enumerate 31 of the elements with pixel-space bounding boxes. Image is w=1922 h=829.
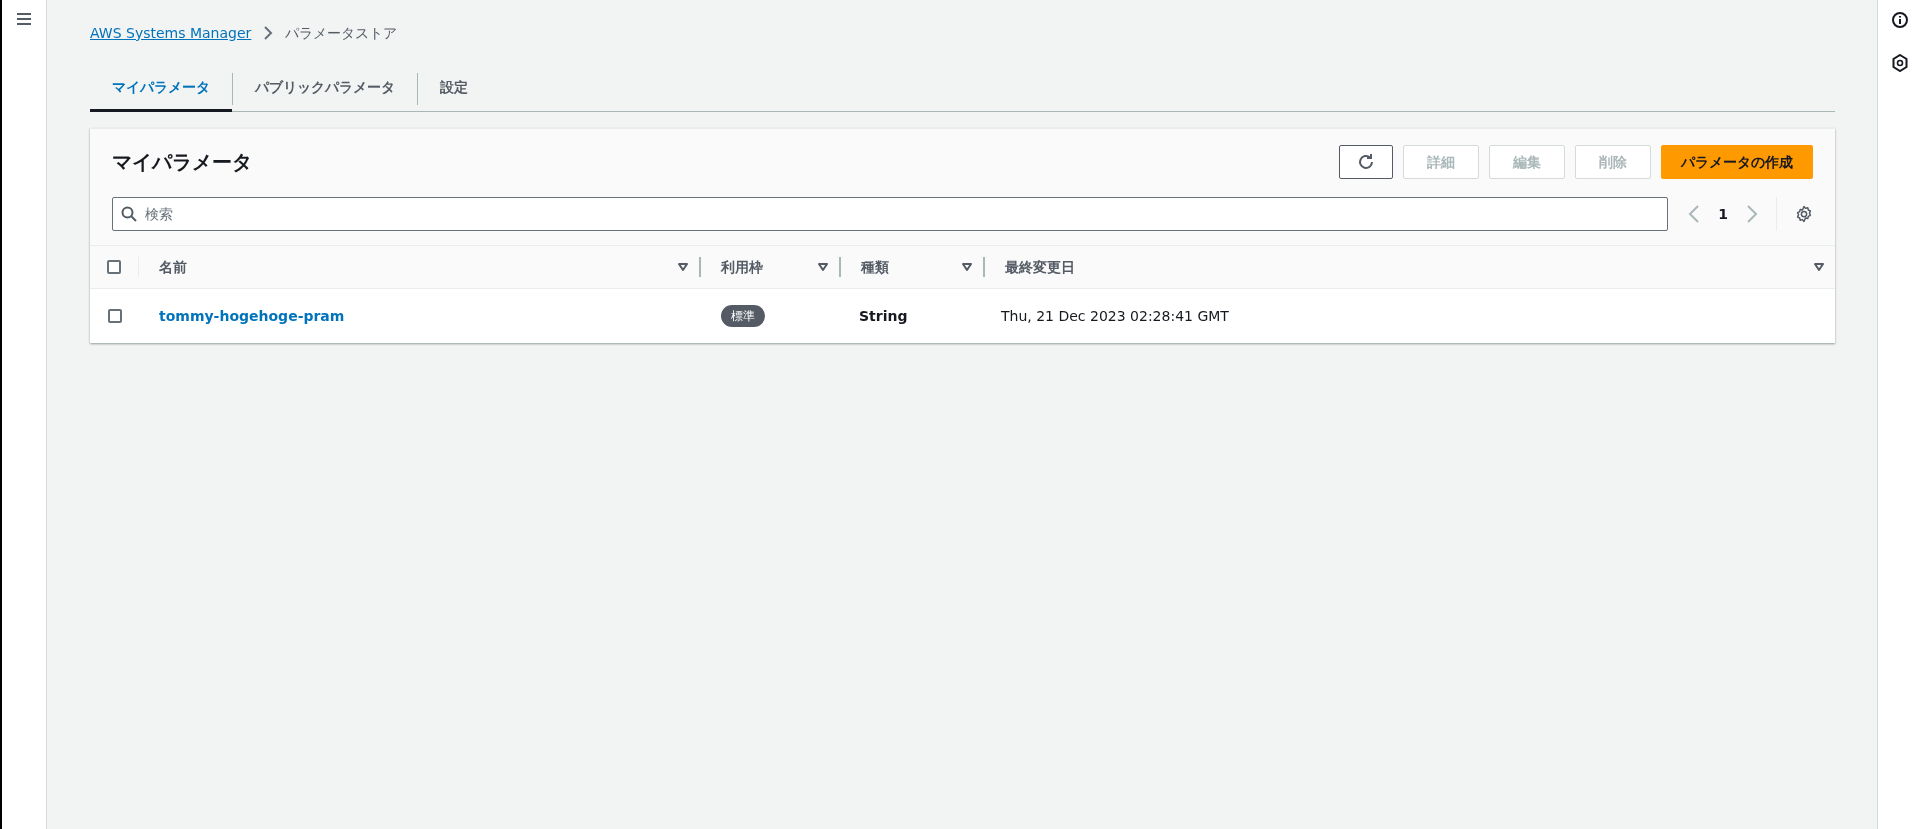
column-header[interactable]: 名前 [159,256,187,278]
sort-icon[interactable] [817,262,829,272]
chevron-right-icon [263,26,274,40]
sort-icon[interactable] [677,262,689,272]
column-header[interactable]: 利用枠 [721,256,763,278]
tab[interactable]: パブリックパラメータ [233,66,417,112]
tier-badge: 標準 [721,305,765,327]
info-icon[interactable] [1892,12,1908,28]
parameter-link[interactable]: tommy-hogehoge-pram [159,307,345,324]
column-header[interactable]: 最終変更日 [1005,256,1075,278]
search-field[interactable]: 検索 [112,197,1669,231]
hexagon-icon[interactable] [1892,54,1908,72]
table-cell: String [859,307,908,324]
table-cell: Thu, 21 Dec 2023 02:28:41 GMT [1001,307,1229,324]
refresh-button[interactable] [1339,145,1393,179]
settings-icon[interactable] [1795,205,1813,223]
page-number[interactable]: 1 [1714,203,1732,225]
checkbox[interactable] [107,309,122,323]
checkbox[interactable] [107,260,121,274]
create-button[interactable]: パラメータの作成 [1661,145,1813,179]
sort-icon[interactable] [1813,262,1825,272]
sort-icon[interactable] [961,262,973,272]
search-icon [121,206,137,222]
panel-title: マイパラメータ [112,149,252,176]
tab[interactable]: マイパラメータ [90,66,232,112]
breadcrumb-link[interactable]: AWS Systems Manager [90,22,252,44]
refresh-icon [1357,153,1375,171]
column-header[interactable]: 種類 [861,256,889,278]
menu-icon[interactable] [16,12,32,26]
breadcrumb-current: パラメータストア [285,23,398,43]
tab[interactable]: 設定 [418,66,490,112]
